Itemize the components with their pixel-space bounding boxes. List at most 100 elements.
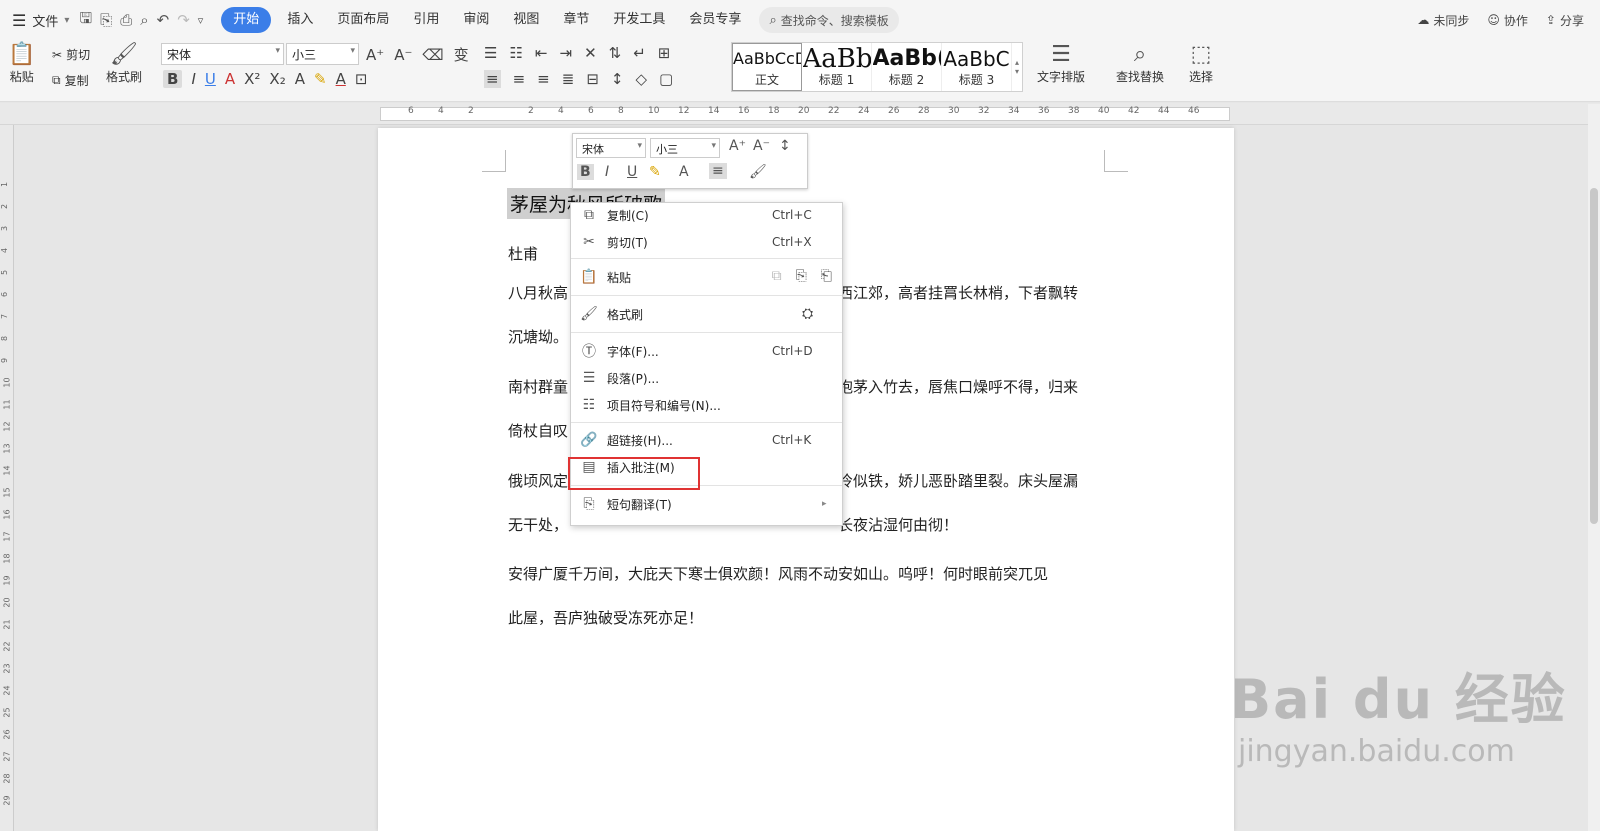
style-more-button[interactable]: ▴ ▾ bbox=[1012, 43, 1022, 91]
decrease-indent-icon[interactable]: ⇤ bbox=[535, 44, 548, 62]
menu-item-paragraph[interactable]: ☰ 段落(P)... bbox=[571, 366, 842, 390]
doc-line-right[interactable]: 抱茅入竹去，唇焦口燥呼不得，归来 bbox=[838, 376, 1078, 397]
copy-button[interactable]: ⧉ 复制 bbox=[52, 72, 89, 89]
tab-references[interactable]: 引用 bbox=[401, 7, 451, 33]
vertical-scrollbar[interactable] bbox=[1588, 104, 1600, 831]
style-heading-1[interactable]: AaBb 标题 1 bbox=[802, 43, 872, 91]
format-painter-icon[interactable]: 🖌 bbox=[749, 164, 767, 180]
font-name-select[interactable]: 宋体 bbox=[161, 43, 284, 65]
file-menu[interactable]: ☰ 文件 ▾ bbox=[0, 11, 69, 30]
style-heading-3[interactable]: AaBbC 标题 3 bbox=[942, 43, 1012, 91]
tab-section[interactable]: 章节 bbox=[551, 7, 601, 33]
underline-icon[interactable]: U bbox=[627, 164, 637, 180]
doc-line-right[interactable]: 长夜沾湿何由彻！ bbox=[838, 514, 958, 535]
menu-item-font[interactable]: Ⓣ 字体(F)... Ctrl+D bbox=[571, 339, 842, 363]
numbering-icon[interactable]: ☷ bbox=[509, 44, 522, 62]
grow-font-icon[interactable]: A⁺ bbox=[366, 46, 384, 64]
tab-home[interactable]: 开始 bbox=[221, 7, 272, 33]
shrink-font-icon[interactable]: A⁻ bbox=[753, 138, 770, 154]
find-replace-button[interactable]: ⌕ 查找替换 bbox=[1116, 42, 1164, 85]
align-right-icon[interactable]: ≡ bbox=[537, 70, 550, 88]
export-icon[interactable]: ⎘ bbox=[100, 11, 112, 29]
tab-view[interactable]: 视图 bbox=[501, 7, 551, 33]
italic-icon[interactable]: I bbox=[191, 70, 195, 88]
doc-line-left[interactable]: 俄顷风定 bbox=[508, 470, 568, 491]
font-size-select[interactable]: 小三 bbox=[286, 43, 359, 65]
menu-item-hyperlink[interactable]: 🔗 超链接(H)... Ctrl+K bbox=[571, 428, 842, 452]
tab-member[interactable]: 会员专享 bbox=[677, 7, 753, 33]
highlight-icon[interactable]: ✎ bbox=[314, 70, 327, 88]
italic-icon[interactable]: I bbox=[605, 164, 609, 180]
undo-icon[interactable]: ↶ bbox=[157, 11, 170, 29]
doc-line-right[interactable]: 冷似铁，娇儿恶卧踏里裂。床头屋漏 bbox=[838, 470, 1078, 491]
tab-page-layout[interactable]: 页面布局 bbox=[325, 7, 401, 33]
tab-review[interactable]: 审阅 bbox=[451, 7, 501, 33]
doc-line-left[interactable]: 安得广厦千万间，大庇天下寒士俱欢颜！风雨不动安如山。呜呼！何时眼前突兀见 bbox=[508, 563, 1048, 584]
doc-line-left[interactable]: 倚杖自叹 bbox=[508, 420, 568, 441]
select-button[interactable]: ⬚ 选择 bbox=[1189, 42, 1213, 85]
style-normal[interactable]: AaBbCcDc 正文 bbox=[732, 43, 802, 91]
bold-icon[interactable]: B bbox=[577, 164, 594, 180]
char-border-icon[interactable]: ⊡ bbox=[355, 70, 368, 88]
subscript-icon[interactable]: X₂ bbox=[269, 70, 285, 88]
text-effect-icon[interactable]: A bbox=[295, 70, 305, 88]
customize-icon[interactable]: ▿ bbox=[198, 14, 204, 27]
tab-insert[interactable]: 插入 bbox=[275, 7, 325, 33]
doc-line-left[interactable]: 无干处， bbox=[508, 514, 568, 535]
share-button[interactable]: ⇪ 分享 bbox=[1546, 12, 1584, 29]
tab-developer[interactable]: 开发工具 bbox=[601, 7, 677, 33]
print-icon[interactable]: ⎙ bbox=[120, 11, 132, 29]
bold-icon[interactable]: B bbox=[163, 70, 183, 88]
format-painter-button[interactable]: 🖌 格式刷 bbox=[106, 42, 142, 85]
font-color-icon[interactable]: A bbox=[336, 70, 346, 88]
borders-icon[interactable]: ▢ bbox=[659, 70, 673, 88]
menu-item-bullets-numbering[interactable]: ☷ 项目符号和编号(N)... bbox=[571, 393, 842, 417]
print-preview-icon[interactable]: ⌕ bbox=[140, 11, 148, 29]
shrink-font-icon[interactable]: A⁻ bbox=[394, 46, 412, 64]
scrollbar-thumb[interactable] bbox=[1590, 188, 1598, 524]
paste-button[interactable]: 📋 粘贴 bbox=[8, 42, 35, 85]
menu-item-format-painter[interactable]: 🖌 格式刷 ⛭ bbox=[571, 302, 842, 326]
align-icon[interactable]: ≡ bbox=[709, 163, 727, 179]
redo-icon[interactable]: ↷ bbox=[177, 11, 190, 29]
cut-button[interactable]: ✂ 剪切 bbox=[52, 46, 90, 63]
underline-icon[interactable]: U bbox=[205, 70, 216, 88]
doc-line-left[interactable]: 沉塘坳。 bbox=[508, 326, 568, 347]
bullets-icon[interactable]: ☰ bbox=[484, 44, 497, 62]
align-center-icon[interactable]: ≡ bbox=[513, 70, 526, 88]
doc-line-left[interactable]: 此屋，吾庐独破受冻死亦足！ bbox=[508, 607, 703, 628]
sort-icon[interactable]: ⇅ bbox=[609, 44, 622, 62]
increase-indent-icon[interactable]: ⇥ bbox=[559, 44, 572, 62]
mini-font-size-select[interactable]: 小三 bbox=[650, 138, 720, 158]
paste-merge-format-icon[interactable]: ⎘ bbox=[796, 268, 807, 284]
doc-line-left[interactable]: 南村群童 bbox=[508, 376, 568, 397]
superscript-icon[interactable]: X² bbox=[244, 70, 260, 88]
chinese-layout-icon[interactable]: ✕ bbox=[584, 44, 597, 62]
line-spacing-icon[interactable]: ↕ bbox=[611, 70, 624, 88]
distribute-icon[interactable]: ⊟ bbox=[586, 70, 599, 88]
table-icon[interactable]: ⊞ bbox=[658, 44, 671, 62]
menu-item-cut[interactable]: ✂ 剪切(T) Ctrl+X bbox=[571, 230, 842, 254]
doc-line-left[interactable]: 八月秋高 bbox=[508, 282, 568, 303]
phonetic-icon[interactable]: 变 bbox=[454, 44, 469, 65]
menu-item-copy[interactable]: ⧉ 复制(C) Ctrl+C bbox=[571, 203, 842, 227]
paste-keep-format-icon[interactable]: ⧉ bbox=[772, 268, 782, 284]
sync-button[interactable]: ☁ 未同步 bbox=[1417, 12, 1469, 29]
align-left-icon[interactable]: ≡ bbox=[484, 70, 501, 88]
shading-icon[interactable]: ◇ bbox=[635, 70, 647, 88]
justify-icon[interactable]: ≣ bbox=[562, 70, 575, 88]
doc-line-right[interactable]: 西江郊，高者挂罥长林梢，下者飘转 bbox=[838, 282, 1078, 303]
save-icon[interactable]: 🖫 bbox=[79, 8, 92, 33]
horizontal-ruler[interactable]: 6 4 2 2 4 6 8 10 12 14 16 18 20 22 24 26 28 30 32 34 36 38 40 4… bbox=[0, 103, 1600, 125]
command-search[interactable]: ⌕ 查找命令、搜索模板 bbox=[759, 7, 899, 33]
show-marks-icon[interactable]: ↵ bbox=[633, 44, 646, 62]
format-painter-toggle-icon[interactable]: ⛭ bbox=[802, 306, 842, 322]
clear-format-icon[interactable]: ⌫ bbox=[422, 46, 443, 64]
doc-author[interactable]: 杜甫 bbox=[508, 243, 538, 264]
font-color-icon[interactable]: A bbox=[679, 164, 689, 180]
menu-item-paste[interactable]: 📋 粘贴 ⧉ ⎘ ⎗ bbox=[571, 265, 842, 289]
strikethrough-icon[interactable]: A bbox=[225, 70, 235, 88]
collab-button[interactable]: ☺ 协作 bbox=[1487, 12, 1528, 29]
grow-font-icon[interactable]: A⁺ bbox=[729, 138, 746, 154]
line-spacing-icon[interactable]: ↕ bbox=[779, 138, 791, 154]
